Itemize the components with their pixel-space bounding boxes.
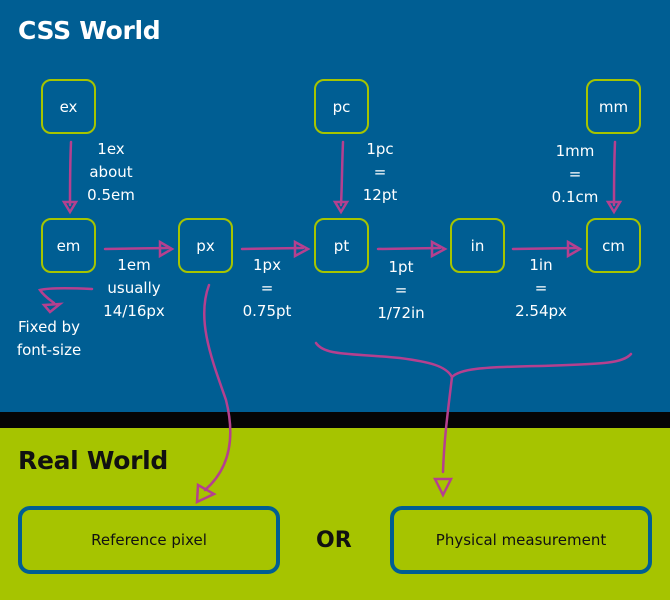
section-divider [0,412,670,428]
note-line: font-size [16,341,82,359]
or-label: OR [316,528,352,553]
conversion-mm-cm: 1mm = 0.1cm [530,140,620,209]
conversion-in-cm: 1in = 2.54px [496,254,586,323]
conversion-line: 1in [529,256,553,274]
conversion-line: = [373,163,387,181]
conversion-line: 2.54px [515,302,567,320]
conversion-pc-pt: 1pc = 12pt [335,138,425,207]
unit-box-ex: ex [41,79,96,134]
note-line: Fixed by [17,318,81,336]
conversion-line: = [260,279,274,297]
unit-box-mm: mm [586,79,641,134]
conversion-line: = [568,165,582,183]
conversion-pt-in: 1pt = 1/72in [356,256,446,325]
conversion-line: = [534,279,548,297]
conversion-px-pt: 1px = 0.75pt [222,254,312,323]
css-world-title: CSS World [18,16,161,45]
real-world-title: Real World [18,446,169,475]
conversion-line: 1em [117,256,151,274]
conversion-line: 1pt [388,258,414,276]
conversion-line: 12pt [362,186,398,204]
reference-pixel-box: Reference pixel [18,506,280,574]
conversion-em-px: 1em usually 14/16px [89,254,179,323]
conversion-line: 1px [253,256,281,274]
conversion-line: 1ex [97,140,125,158]
conversion-line: = [394,281,408,299]
conversion-line: 0.1cm [551,188,599,206]
unit-box-cm: cm [586,218,641,273]
conversion-line: 0.5em [87,186,135,204]
unit-box-pc: pc [314,79,369,134]
conversion-ex-em: 1ex about 0.5em [66,138,156,207]
conversion-line: 0.75pt [242,302,292,320]
conversion-line: 1pc [366,140,394,158]
unit-box-em: em [41,218,96,273]
conversion-line: 14/16px [103,302,165,320]
conversion-line: usually [107,279,161,297]
em-note: Fixed by font-size [4,316,94,362]
conversion-line: 1/72in [377,304,425,322]
conversion-line: 1mm [555,142,595,160]
physical-measurement-box: Physical measurement [390,506,652,574]
conversion-line: about [89,163,133,181]
